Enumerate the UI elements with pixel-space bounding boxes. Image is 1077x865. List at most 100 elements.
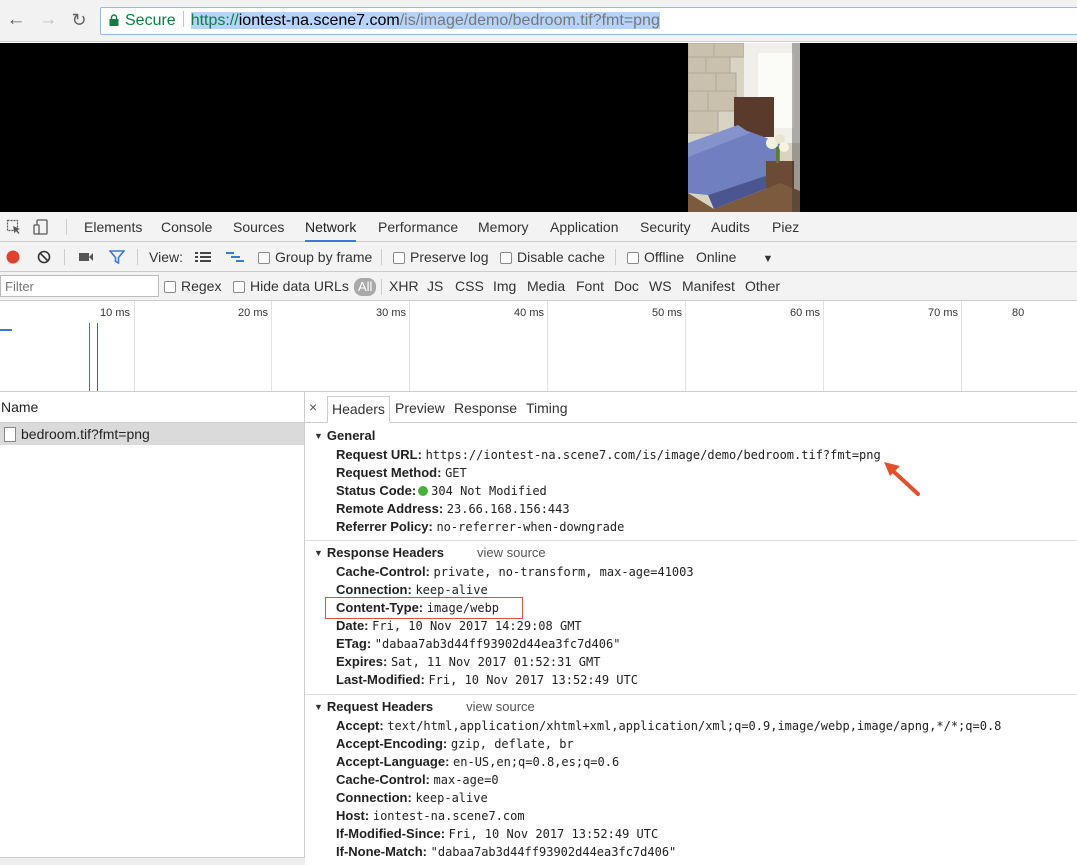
type-filter-other[interactable]: Other [745, 272, 780, 301]
tab-divider [66, 219, 67, 235]
expanded-triangle-icon: ▼ [314, 702, 323, 712]
requests-panel: Name bedroom.tif?fmt=png [0, 392, 305, 865]
regex-checkbox[interactable]: Regex [164, 272, 221, 301]
tick-label: 20 ms [238, 307, 268, 319]
offline-checkbox[interactable]: Offline [627, 242, 684, 272]
type-filter-js[interactable]: JS [427, 272, 443, 301]
checkbox-box [164, 281, 176, 293]
preserve-log-checkbox[interactable]: Preserve log [393, 242, 489, 272]
tab-response[interactable]: Response [450, 396, 521, 423]
inspect-element-icon[interactable] [6, 219, 22, 235]
tab-console[interactable]: Console [161, 212, 212, 242]
tab-audits[interactable]: Audits [711, 212, 750, 242]
dropdown-arrow-icon: ▼ [762, 253, 774, 265]
group-by-frame-checkbox[interactable]: Group by frame [258, 242, 372, 272]
browser-toolbar: ← → ↻ Secure https://iontest-na.scene7.co… [0, 0, 1077, 42]
tab-memory[interactable]: Memory [478, 212, 529, 242]
tab-performance[interactable]: Performance [378, 212, 458, 242]
dom-content-loaded-line [97, 323, 98, 391]
url-text[interactable]: https://iontest-na.scene7.com/is/image/d… [190, 12, 660, 29]
filter-funnel-icon[interactable] [109, 250, 125, 265]
hide-data-urls-checkbox[interactable]: Hide data URLs [233, 272, 349, 301]
grid-line [961, 301, 962, 391]
tab-piez[interactable]: Piez [772, 212, 799, 242]
request-row[interactable]: bedroom.tif?fmt=png [0, 423, 304, 445]
header-row: Connection: keep-alive [336, 790, 488, 805]
horizontal-scrollbar[interactable] [0, 857, 305, 865]
tab-sources[interactable]: Sources [233, 212, 284, 242]
type-filter-all[interactable]: All [354, 272, 377, 301]
header-row: Referrer Policy: no-referrer-when-downgr… [336, 519, 625, 534]
header-row: Accept-Encoding: gzip, deflate, br [336, 736, 574, 751]
disable-cache-checkbox[interactable]: Disable cache [500, 242, 605, 272]
header-row: Last-Modified: Fri, 10 Nov 2017 13:52:49… [336, 672, 638, 687]
header-row: Remote Address: 23.66.168.156:443 [336, 501, 570, 516]
tab-preview[interactable]: Preview [391, 396, 449, 423]
checkbox-box [258, 252, 270, 264]
grid-line [547, 301, 548, 391]
device-toolbar-icon[interactable] [33, 219, 49, 235]
request-headers-section: ▼ Request Headers view source Accept: text… [305, 697, 1077, 861]
request-headers-section-header[interactable]: ▼ Request Headers view source [305, 697, 1077, 717]
document-icon [4, 427, 16, 442]
tab-headers[interactable]: Headers [327, 396, 390, 423]
tab-application[interactable]: Application [550, 212, 619, 242]
view-source-link[interactable]: view source [477, 545, 546, 560]
record-icon[interactable] [6, 250, 20, 264]
secure-label: Secure [125, 12, 176, 29]
type-filter-xhr[interactable]: XHR [389, 272, 419, 301]
header-row: If-Modified-Since: Fri, 10 Nov 2017 13:5… [336, 826, 659, 841]
checkbox-box [233, 281, 245, 293]
tab-security[interactable]: Security [640, 212, 691, 242]
header-row: Cache-Control: private, no-transform, ma… [336, 564, 694, 579]
name-column-header[interactable]: Name [0, 392, 304, 423]
request-details-panel: × Headers Preview Response Timing ▼ Gener… [305, 392, 1077, 865]
header-row: Accept-Language: en-US,en;q=0.8,es;q=0.6 [336, 754, 620, 769]
content-type-highlight-box [325, 597, 523, 619]
general-section-header[interactable]: ▼ General [305, 426, 1077, 446]
section-divider [305, 694, 1077, 695]
view-label: View: [149, 249, 183, 265]
network-overview[interactable]: 10 ms 20 ms 30 ms 40 ms 50 ms 60 ms 70 m… [0, 301, 1077, 392]
type-filter-manifest[interactable]: Manifest [682, 272, 735, 301]
general-section: ▼ General Request URL: https://iontest-na… [305, 426, 1077, 536]
response-headers-section-header[interactable]: ▼ Response Headers view source [305, 543, 1077, 563]
view-source-link[interactable]: view source [466, 699, 535, 714]
type-filter-css[interactable]: CSS [455, 272, 484, 301]
throttling-select[interactable]: Online ▼ [696, 242, 773, 272]
capture-screenshots-icon[interactable] [78, 251, 94, 263]
type-filter-media[interactable]: Media [527, 272, 565, 301]
lock-icon [109, 14, 119, 26]
clear-icon[interactable] [37, 250, 51, 264]
tab-timing[interactable]: Timing [522, 396, 572, 423]
forward-arrow-icon[interactable]: → [37, 8, 59, 32]
reload-icon[interactable]: ↻ [68, 8, 90, 32]
tick-label: 40 ms [514, 307, 544, 319]
large-rows-icon[interactable] [195, 251, 211, 263]
toolbar-divider [64, 249, 65, 265]
tab-network[interactable]: Network [305, 212, 357, 242]
grid-line [685, 301, 686, 391]
header-row: Accept: text/html,application/xhtml+xml,… [336, 718, 1002, 733]
tab-elements[interactable]: Elements [84, 212, 142, 242]
grid-line [271, 301, 272, 391]
close-icon[interactable]: × [309, 392, 317, 423]
filter-input[interactable] [0, 275, 159, 297]
type-filter-font[interactable]: Font [576, 272, 604, 301]
type-filter-img[interactable]: Img [493, 272, 516, 301]
toolbar-divider [137, 249, 138, 265]
address-bar[interactable]: Secure https://iontest-na.scene7.com/is/i… [100, 7, 1077, 35]
waterfall-overview-icon[interactable] [226, 251, 244, 263]
tick-label: 50 ms [652, 307, 682, 319]
load-event-line [89, 323, 90, 391]
orange-arrow-icon [884, 462, 920, 496]
type-filter-ws[interactable]: WS [649, 272, 672, 301]
back-arrow-icon[interactable]: ← [5, 8, 27, 32]
header-row: Date: Fri, 10 Nov 2017 14:29:08 GMT [336, 618, 582, 633]
header-row: Host: iontest-na.scene7.com [336, 808, 525, 823]
type-filter-doc[interactable]: Doc [614, 272, 639, 301]
tick-label: 80 [1012, 307, 1025, 319]
tick-label: 30 ms [376, 307, 406, 319]
expanded-triangle-icon: ▼ [314, 431, 323, 441]
header-row: Request Method: GET [336, 465, 467, 480]
